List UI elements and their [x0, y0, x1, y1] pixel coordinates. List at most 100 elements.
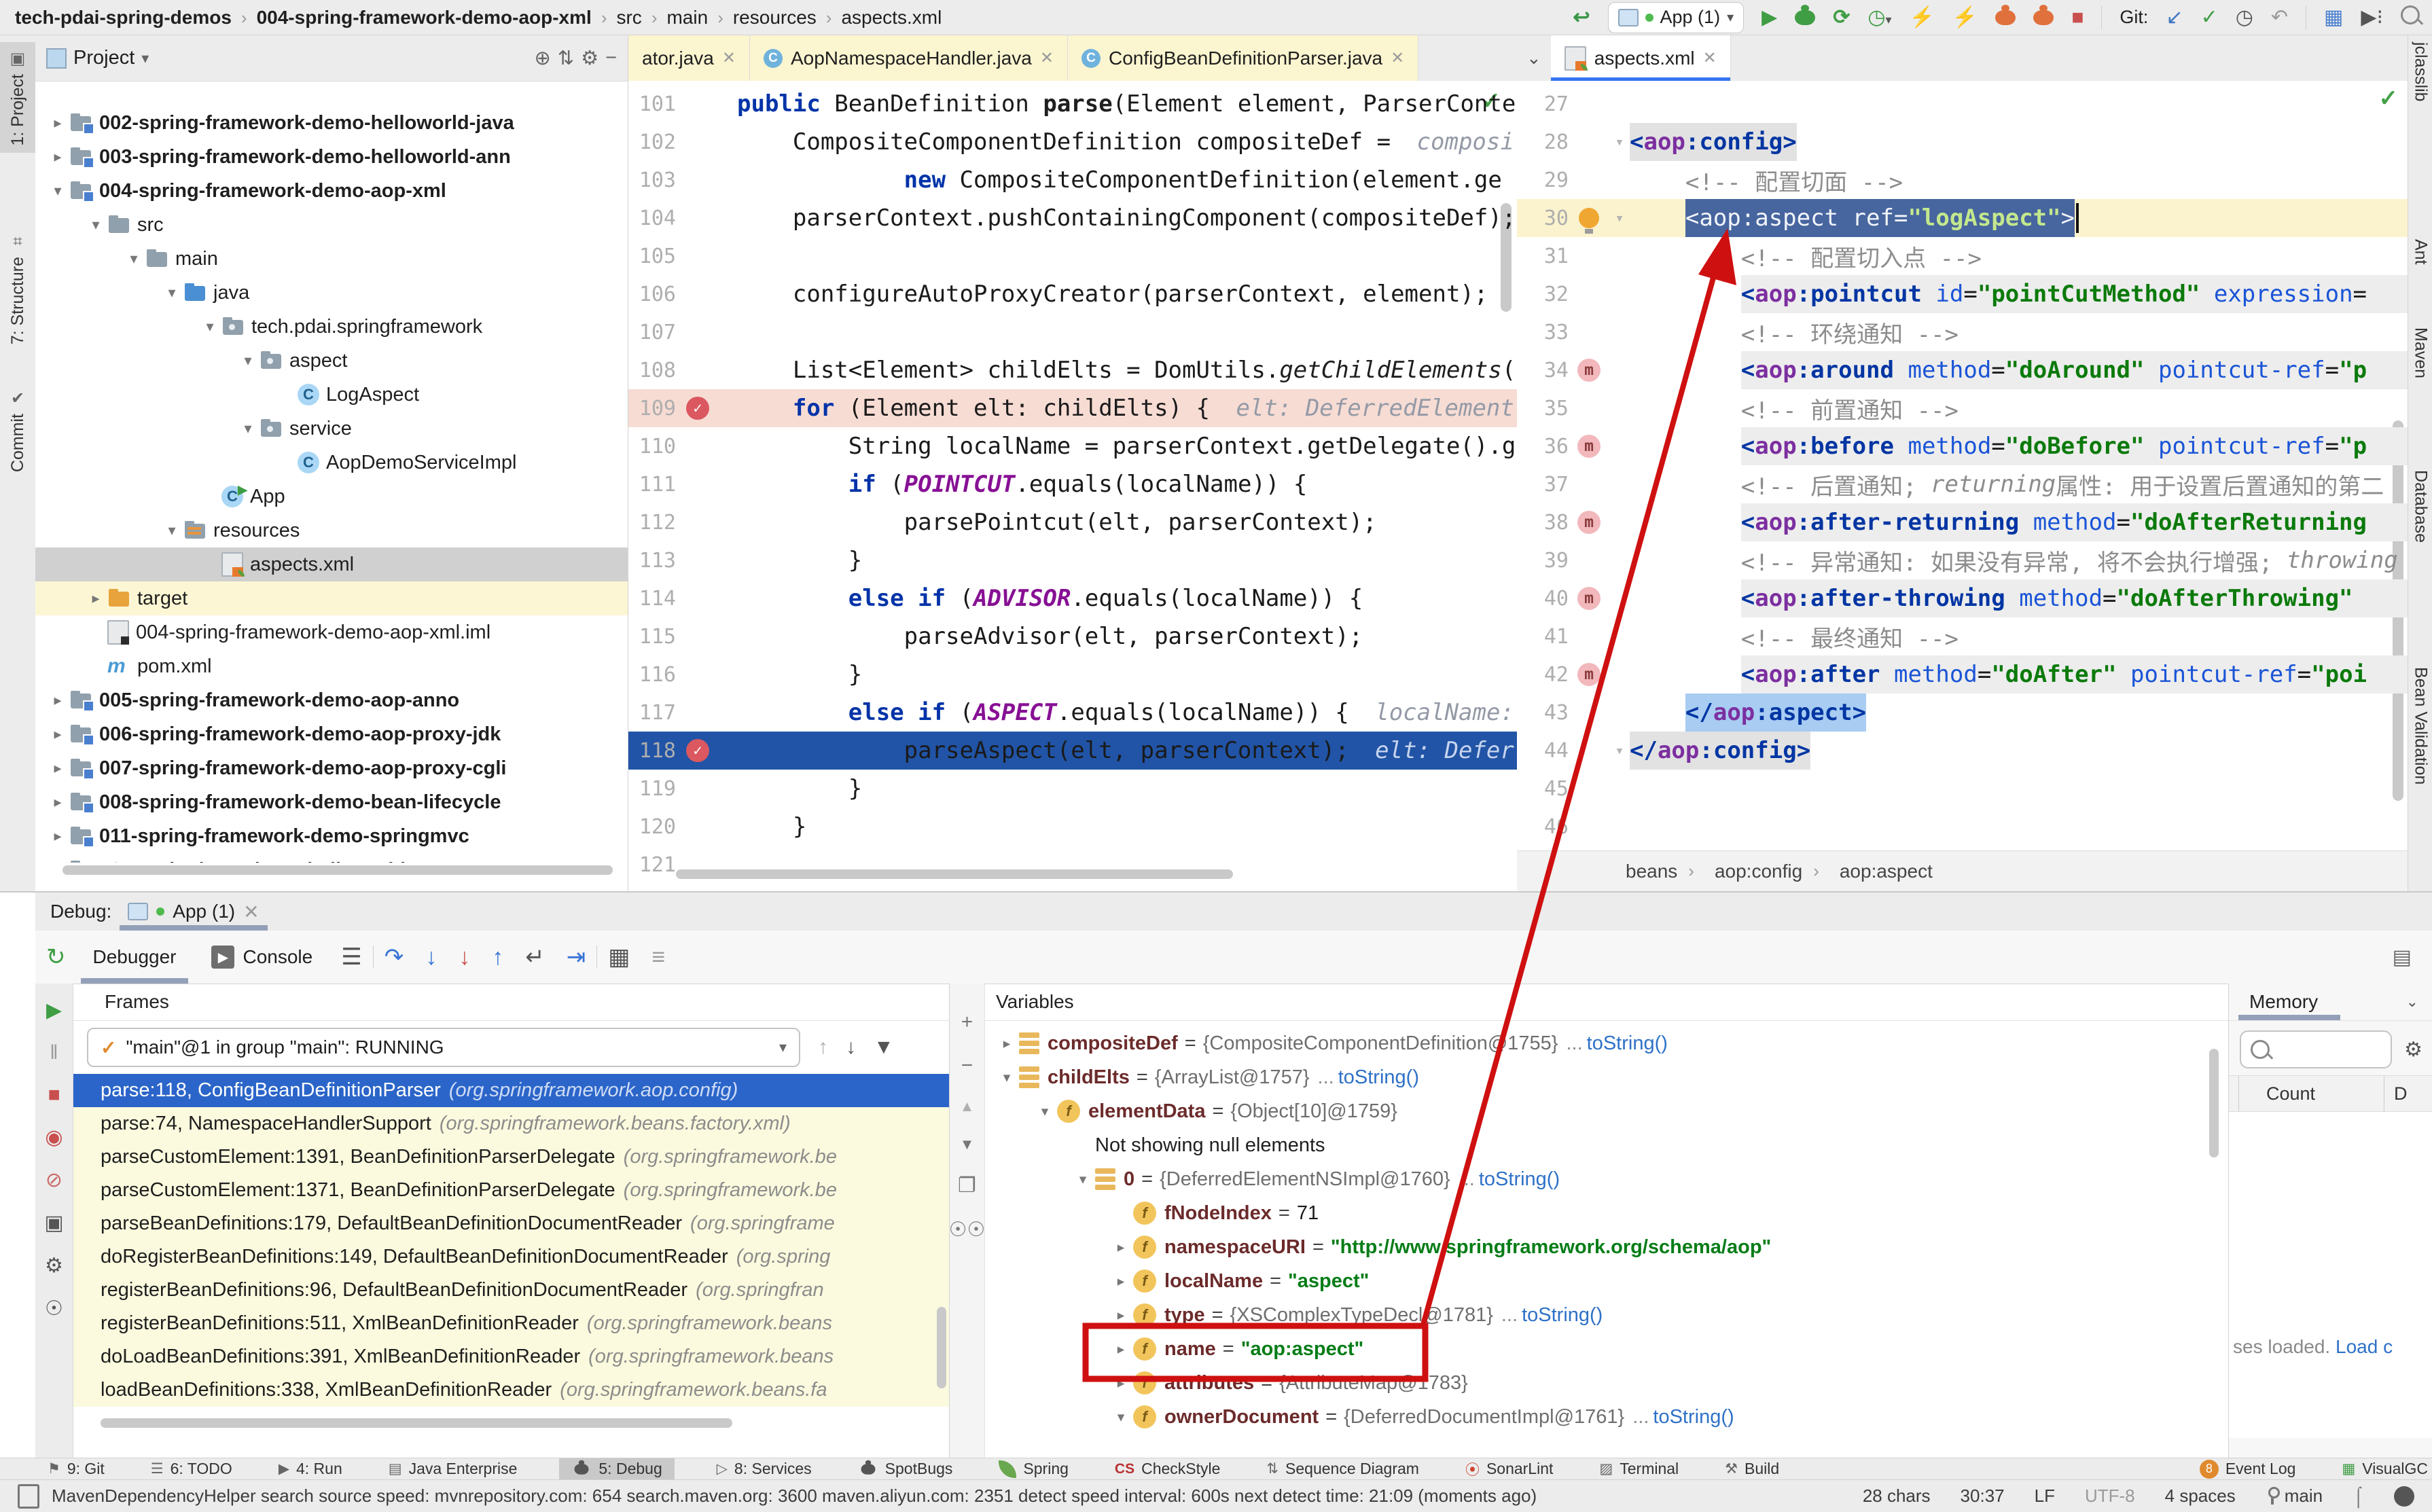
stack-frame[interactable]: parse:74, NamespaceHandlerSupport(org.sp…	[73, 1107, 949, 1140]
code-line-46[interactable]: 46	[1517, 808, 2408, 846]
tree-expand-icon[interactable]: ▾	[1109, 1409, 1133, 1426]
code-line-38[interactable]: 38m <aop:after-returning method="doAfter…	[1517, 503, 2408, 541]
project-hscrollbar[interactable]	[62, 865, 613, 875]
code-line-27[interactable]: 27	[1517, 85, 2408, 123]
toolwindow-button-6-todo[interactable]: ☰6: TODO	[147, 1458, 236, 1479]
hide-panel-icon[interactable]: −	[605, 47, 617, 69]
code-line-121[interactable]: 121	[628, 846, 1517, 884]
code-line-36[interactable]: 36m <aop:before method="doBefore" pointc…	[1517, 427, 2408, 465]
tree-item[interactable]: ▸target	[35, 581, 628, 615]
code-line-101[interactable]: 101public BeanDefinition parse(Element e…	[628, 85, 1517, 123]
code-line-109[interactable]: 109✓ for (Element elt: childElts) { elt:…	[628, 389, 1517, 427]
code-line-43[interactable]: 43 </aop:aspect>	[1517, 694, 2408, 732]
tree-expand-icon[interactable]: ▸	[46, 114, 69, 132]
editor-tab-configbeandefinitionparser-java[interactable]: CConfigBeanDefinitionParser.java✕	[1068, 35, 1418, 81]
code-line-37[interactable]: 37 <!-- 后置通知; returning属性: 用于设置后置通知的第二	[1517, 465, 2408, 503]
code-line-114[interactable]: 114 else if (ADVISOR.equals(localName)) …	[628, 579, 1517, 617]
toolwindow-button-sonarlint[interactable]: ⦿SonarLint	[1461, 1458, 1557, 1479]
code-line-111[interactable]: 111 if (POINTCUT.equals(localName)) {	[628, 465, 1517, 503]
close-icon[interactable]: ✕	[1703, 48, 1717, 68]
code-line-33[interactable]: 33 <!-- 环绕通知 -->	[1517, 313, 2408, 351]
code-line-106[interactable]: 106 configureAutoProxyCreator(parserCont…	[628, 275, 1517, 313]
settings-sliders-icon[interactable]: ≡	[651, 944, 665, 971]
filter-icon[interactable]: ▼	[874, 1036, 894, 1059]
tree-expand-icon[interactable]: ▾	[1033, 1103, 1057, 1120]
step-into-icon[interactable]: ↓	[425, 944, 437, 971]
layout-settings-icon[interactable]: ▤	[2393, 946, 2412, 969]
frames-hscrollbar[interactable]	[101, 1418, 732, 1428]
remove-watch-icon[interactable]: −	[961, 1054, 973, 1077]
toolwindow-button-9-git[interactable]: ⚑9: Git	[43, 1458, 109, 1479]
tree-item[interactable]: CLogAspect	[35, 378, 628, 412]
advice-marker-icon[interactable]: m	[1577, 435, 1601, 458]
stack-frame[interactable]: registerBeanDefinitions:511, XmlBeanDefi…	[73, 1307, 949, 1340]
tab-console[interactable]: ▶ Console	[194, 931, 330, 984]
xml-editor[interactable]: ✓ 2728▾<aop:config>29 <!-- 配置切面 -->30▾ <…	[1517, 81, 2408, 891]
gear-icon[interactable]: ⚙	[2404, 1038, 2422, 1062]
memory-col-diff[interactable]: D	[2384, 1083, 2432, 1104]
code-line-107[interactable]: 107	[628, 313, 1517, 351]
toolwindow-button-spring[interactable]: Spring	[995, 1458, 1072, 1479]
tree-expand-icon[interactable]: ▸	[46, 148, 69, 166]
xml-breadcrumb-item[interactable]: beans	[1626, 861, 1677, 882]
tree-expand-icon[interactable]: ▾	[198, 318, 221, 336]
watches-glasses-icon[interactable]: ☉☉	[949, 1218, 986, 1242]
code-line-40[interactable]: 40m <aop:after-throwing method="doAfterT…	[1517, 579, 2408, 617]
tree-item[interactable]: CAopDemoServiceImpl	[35, 446, 628, 480]
tree-expand-icon[interactable]: ▾	[995, 1069, 1019, 1086]
variable-row[interactable]: ▾0={DeferredElementNSImpl@1760}...toStri…	[985, 1162, 2228, 1196]
tree-item[interactable]: ▾main	[35, 242, 628, 276]
tree-item[interactable]: C▶App	[35, 480, 628, 514]
next-frame-icon[interactable]: ↓	[846, 1036, 856, 1059]
toolwindow-button-visualgc[interactable]: ▦VisualGC	[2338, 1458, 2432, 1479]
stack-frame[interactable]: parseCustomElement:1391, BeanDefinitionP…	[73, 1140, 949, 1174]
git-commit-button[interactable]: ✓	[2201, 7, 2218, 28]
drop-frame-icon[interactable]: ↵	[525, 943, 545, 971]
tree-item[interactable]: ▾src	[35, 208, 628, 242]
tree-expand-icon[interactable]: ▾	[1071, 1171, 1095, 1188]
code-line-31[interactable]: 31 <!-- 配置切入点 -->	[1517, 237, 2408, 275]
tree-expand-icon[interactable]: ▾	[84, 216, 107, 234]
frames-vscrollbar[interactable]	[937, 1307, 946, 1388]
resume-icon[interactable]: ▶	[46, 998, 62, 1022]
run-anything-icon[interactable]: ▶⁝	[2361, 7, 2383, 28]
variable-row[interactable]: ▸ftype={XSComplexTypeDecl@1781}...toStri…	[985, 1298, 2228, 1332]
toolwindow-button-build[interactable]: ⚒Build	[1721, 1458, 1783, 1479]
run-to-cursor-icon[interactable]: ⇥	[567, 943, 586, 971]
breadcrumb-item[interactable]: main	[666, 7, 708, 28]
advice-marker-icon[interactable]: m	[1577, 587, 1601, 610]
code-line-113[interactable]: 113 }	[628, 541, 1517, 579]
rerun-failed-icon[interactable]	[1995, 10, 2016, 25]
code-line-110[interactable]: 110 String localName = parserContext.get…	[628, 427, 1517, 465]
ide-helper-icon[interactable]	[2394, 1486, 2414, 1507]
tree-expand-icon[interactable]: ▾	[160, 522, 183, 539]
code-line-41[interactable]: 41 <!-- 最终通知 -->	[1517, 617, 2408, 655]
code-line-35[interactable]: 35 <!-- 前置通知 -->	[1517, 389, 2408, 427]
step-over-icon[interactable]: ↷	[385, 943, 404, 971]
status-line-ending[interactable]: LF	[2035, 1486, 2055, 1507]
run-config-selector[interactable]: App (1) ▾	[1608, 2, 1745, 33]
code-line-112[interactable]: 112 parsePointcut(elt, parserContext);	[628, 503, 1517, 541]
debug-session-tab[interactable]: App (1) ✕	[111, 893, 275, 931]
code-line-118[interactable]: 118✓ parseAspect(elt, parserContext); el…	[628, 732, 1517, 770]
status-panel-icon[interactable]	[18, 1484, 39, 1509]
chevron-down-icon[interactable]: ▾	[141, 50, 149, 67]
tostring-link[interactable]: toString()	[1479, 1168, 1560, 1191]
code-line-102[interactable]: 102 CompositeComponentDefinition composi…	[628, 123, 1517, 161]
back-arrow-icon[interactable]: ↩	[1573, 7, 1590, 28]
tree-expand-icon[interactable]: ▸	[46, 793, 69, 811]
xml-breadcrumb-item[interactable]: aop:config	[1715, 861, 1802, 882]
code-line-120[interactable]: 120 }	[628, 808, 1517, 846]
code-line-45[interactable]: 45	[1517, 770, 2408, 808]
coverage-button[interactable]: ⟳	[1833, 7, 1850, 28]
tostring-link[interactable]: toString()	[1338, 1066, 1419, 1089]
tree-expand-icon[interactable]: ▾	[160, 284, 183, 302]
git-branch-widget[interactable]: main	[2266, 1486, 2323, 1507]
profiler-button[interactable]: ◷▾	[1867, 7, 1891, 28]
layout-icon[interactable]: ☰	[341, 943, 361, 971]
stop-button[interactable]: ■	[2071, 7, 2084, 28]
toolwindow-button-5-debug[interactable]: 5: Debug	[559, 1458, 674, 1479]
tree-expand-icon[interactable]: ▸	[1109, 1375, 1133, 1392]
toolwindow-button-4-run[interactable]: ▶4: Run	[274, 1458, 346, 1479]
force-step-into-icon[interactable]: ↓	[459, 944, 470, 971]
